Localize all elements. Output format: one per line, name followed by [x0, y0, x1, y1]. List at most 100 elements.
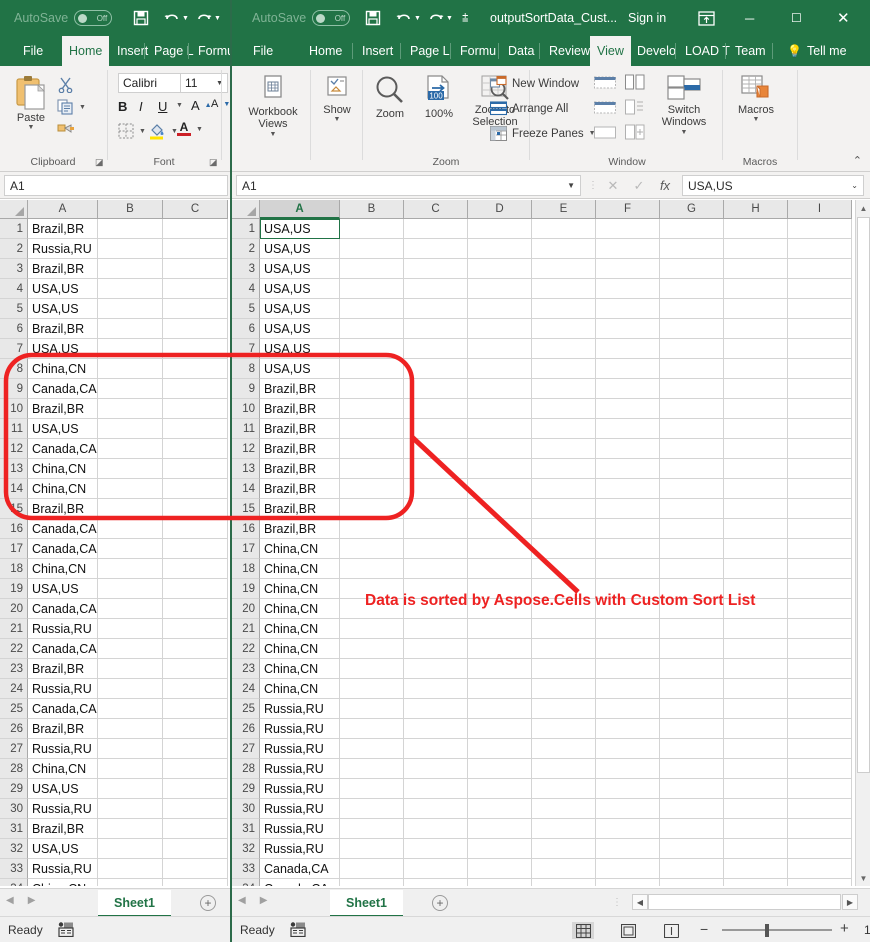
right-colhead-d[interactable]: D [468, 200, 532, 219]
cell-empty[interactable] [724, 279, 788, 299]
cell-column-a[interactable]: USA,US [28, 339, 98, 359]
hide-button[interactable] [594, 101, 616, 116]
right-name-box[interactable]: A1 ▼ [236, 175, 581, 196]
cell-empty[interactable] [340, 639, 404, 659]
cell-column-a[interactable]: Brazil,BR [28, 399, 98, 419]
row-header[interactable]: 19 [232, 579, 260, 599]
cell-empty[interactable] [596, 779, 660, 799]
row-header[interactable]: 7 [0, 339, 28, 359]
cell-empty[interactable] [660, 359, 724, 379]
cell-empty[interactable] [660, 219, 724, 239]
right-save-button[interactable] [365, 0, 381, 36]
cell-empty[interactable] [660, 239, 724, 259]
row-header[interactable]: 20 [0, 599, 28, 619]
cell-empty[interactable] [340, 479, 404, 499]
cell-column-a[interactable]: Canada,CA [28, 639, 98, 659]
right-colhead-h[interactable]: H [724, 200, 788, 219]
cell-empty[interactable] [340, 659, 404, 679]
cell-empty[interactable] [788, 299, 852, 319]
cell-empty[interactable] [98, 699, 163, 719]
cell-empty[interactable] [163, 799, 228, 819]
cell-empty[interactable] [596, 419, 660, 439]
cell-column-a[interactable]: USA,US [260, 319, 340, 339]
cell-empty[interactable] [404, 479, 468, 499]
table-row[interactable]: 14China,CN [0, 479, 228, 499]
cell-empty[interactable] [340, 239, 404, 259]
cell-empty[interactable] [163, 259, 228, 279]
table-row[interactable]: 27Russia,RU [0, 739, 228, 759]
table-row[interactable]: 4USA,US [232, 279, 852, 299]
right-tab-formulas[interactable]: Formu [453, 36, 503, 66]
cell-empty[interactable] [98, 859, 163, 879]
right-customize-qat-button[interactable]: ⩲ [462, 0, 468, 36]
table-row[interactable]: 26Russia,RU [232, 719, 852, 739]
cell-empty[interactable] [404, 259, 468, 279]
cell-empty[interactable] [163, 859, 228, 879]
cell-empty[interactable] [340, 799, 404, 819]
right-minimize-button[interactable]: ─ [745, 0, 754, 36]
cell-empty[interactable] [98, 499, 163, 519]
cell-empty[interactable] [468, 679, 532, 699]
table-row[interactable]: 10Brazil,BR [0, 399, 228, 419]
row-header[interactable]: 2 [232, 239, 260, 259]
right-close-button[interactable]: ✕ [837, 0, 850, 36]
cell-empty[interactable] [532, 399, 596, 419]
cell-empty[interactable] [98, 259, 163, 279]
cell-empty[interactable] [404, 559, 468, 579]
cell-empty[interactable] [98, 239, 163, 259]
cell-column-a[interactable]: China,CN [28, 479, 98, 499]
table-row[interactable]: 21Russia,RU [0, 619, 228, 639]
cell-empty[interactable] [660, 339, 724, 359]
cell-empty[interactable] [788, 519, 852, 539]
table-row[interactable]: 19USA,US [0, 579, 228, 599]
left-grid[interactable]: A B C 1Brazil,BR2Russia,RU3Brazil,BR4USA… [0, 200, 232, 886]
row-header[interactable]: 1 [0, 219, 28, 239]
cell-empty[interactable] [98, 359, 163, 379]
cell-empty[interactable] [340, 739, 404, 759]
table-row[interactable]: 33Canada,CA [232, 859, 852, 879]
left-sheet-nav-arrows[interactable]: ◀ ▶ [6, 895, 35, 906]
cell-empty[interactable] [163, 819, 228, 839]
cell-empty[interactable] [724, 419, 788, 439]
cell-empty[interactable] [163, 239, 228, 259]
cell-empty[interactable] [788, 259, 852, 279]
formula-bar-grip[interactable]: ⋮ [588, 180, 598, 191]
cell-empty[interactable] [340, 299, 404, 319]
cell-empty[interactable] [98, 339, 163, 359]
table-row[interactable]: 18China,CN [232, 559, 852, 579]
cell-empty[interactable] [660, 279, 724, 299]
cell-empty[interactable] [163, 839, 228, 859]
cell-column-a[interactable]: USA,US [28, 299, 98, 319]
left-tab-home[interactable]: Home [62, 36, 109, 66]
cell-empty[interactable] [468, 639, 532, 659]
table-row[interactable]: 17Canada,CA [0, 539, 228, 559]
cell-empty[interactable] [340, 839, 404, 859]
row-header[interactable]: 32 [0, 839, 28, 859]
cell-empty[interactable] [788, 839, 852, 859]
right-tab-insert[interactable]: Insert [355, 36, 400, 66]
table-row[interactable]: 24China,CN [232, 679, 852, 699]
scroll-down-icon[interactable]: ▼ [856, 870, 870, 886]
cell-empty[interactable] [468, 779, 532, 799]
cell-empty[interactable] [468, 479, 532, 499]
right-vertical-scrollbar[interactable]: ▲ ▼ [855, 200, 870, 886]
cell-empty[interactable] [788, 339, 852, 359]
cell-empty[interactable] [404, 539, 468, 559]
row-header[interactable]: 28 [232, 759, 260, 779]
row-header[interactable]: 30 [0, 799, 28, 819]
cell-empty[interactable] [596, 499, 660, 519]
row-header[interactable]: 34 [0, 879, 28, 886]
cell-empty[interactable] [532, 439, 596, 459]
cell-empty[interactable] [340, 379, 404, 399]
cell-empty[interactable] [788, 799, 852, 819]
cell-empty[interactable] [724, 839, 788, 859]
row-header[interactable]: 25 [232, 699, 260, 719]
cell-empty[interactable] [468, 719, 532, 739]
cell-empty[interactable] [340, 699, 404, 719]
cell-empty[interactable] [98, 479, 163, 499]
cell-empty[interactable] [532, 539, 596, 559]
cell-column-a[interactable]: Russia,RU [28, 799, 98, 819]
cell-empty[interactable] [660, 639, 724, 659]
cell-empty[interactable] [163, 299, 228, 319]
cell-empty[interactable] [532, 839, 596, 859]
